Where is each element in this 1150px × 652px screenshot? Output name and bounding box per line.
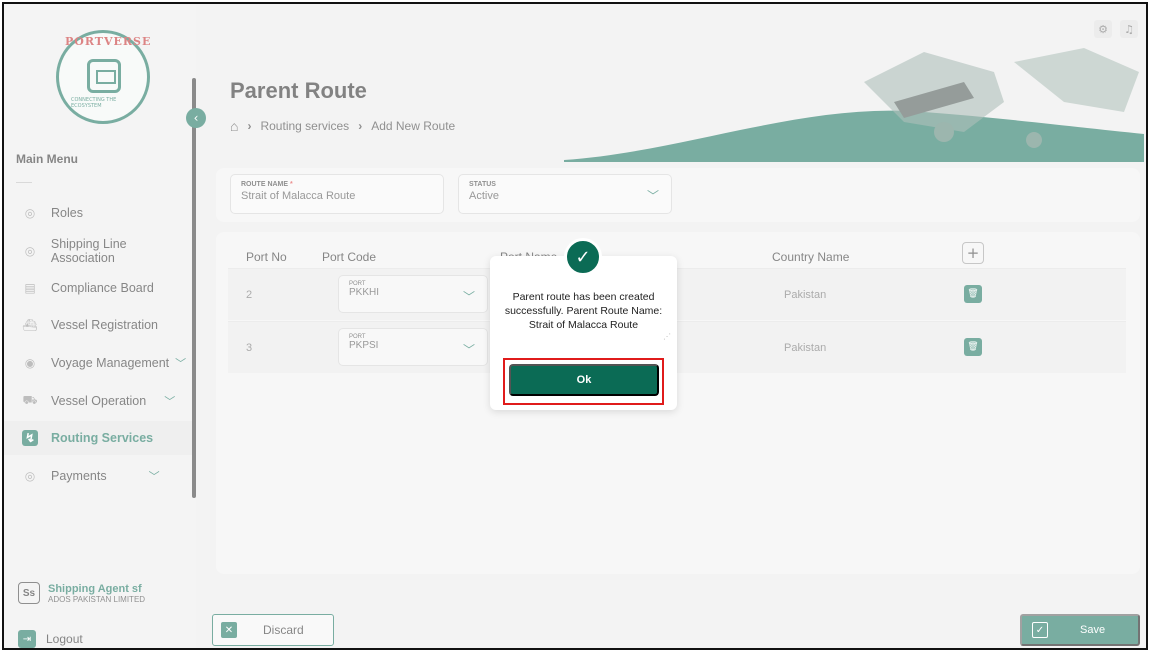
ok-button[interactable]: Ok: [509, 364, 659, 396]
success-dialog: ✓ Parent route has been created successf…: [490, 238, 677, 410]
resize-handle-icon: ⋰: [663, 332, 671, 341]
success-check-icon: ✓: [564, 238, 602, 276]
success-message: Parent route has been created successful…: [504, 291, 663, 331]
